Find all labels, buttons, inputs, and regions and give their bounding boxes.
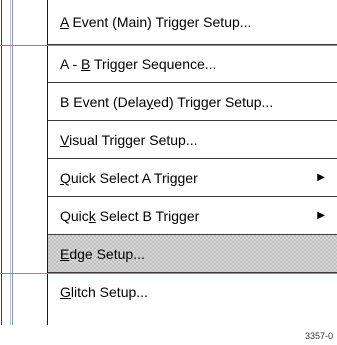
menu-item-label: A - B Trigger Sequence... bbox=[60, 56, 217, 72]
menu-item-label: Quick Select B Trigger bbox=[60, 208, 200, 224]
menu-gutter-line bbox=[12, 0, 13, 325]
menu-gutter-line bbox=[1, 0, 2, 325]
menu-item-a-event-trigger-setup[interactable]: A Event (Main) Trigger Setup... bbox=[48, 0, 337, 45]
menu-item-b-event-trigger-setup[interactable]: B Event (Delayed) Trigger Setup... bbox=[48, 83, 337, 121]
menu-item-a-b-trigger-sequence[interactable]: A - B Trigger Sequence... bbox=[48, 45, 337, 83]
submenu-arrow-icon: ▶ bbox=[317, 172, 325, 183]
menu-item-edge-setup[interactable]: Edge Setup... bbox=[48, 235, 337, 273]
menu-item-quick-select-a-trigger[interactable]: Quick Select A Trigger ▶ bbox=[48, 159, 337, 197]
menu-gutter-line bbox=[10, 0, 11, 325]
menu-item-glitch-setup[interactable]: Glitch Setup... bbox=[48, 273, 337, 311]
menu-item-quick-select-b-trigger[interactable]: Quick Select B Trigger ▶ bbox=[48, 197, 337, 235]
menu-item-label: Quick Select A Trigger bbox=[60, 170, 198, 186]
trigger-menu-frame: A Event (Main) Trigger Setup... A - B Tr… bbox=[0, 0, 337, 325]
menu-item-label: Glitch Setup... bbox=[60, 284, 148, 300]
menu-separator bbox=[0, 273, 337, 274]
menu-item-visual-trigger-setup[interactable]: Visual Trigger Setup... bbox=[48, 121, 337, 159]
menu-separator bbox=[0, 45, 337, 46]
menu-item-label: B Event (Delayed) Trigger Setup... bbox=[60, 94, 274, 110]
menu-item-label: Edge Setup... bbox=[60, 246, 145, 262]
menu-item-label: A Event (Main) Trigger Setup... bbox=[60, 14, 252, 30]
trigger-menu: A Event (Main) Trigger Setup... A - B Tr… bbox=[48, 0, 337, 311]
submenu-arrow-icon: ▶ bbox=[317, 210, 325, 221]
menu-item-label: Visual Trigger Setup... bbox=[60, 132, 198, 148]
figure-id-label: 3357-0 bbox=[304, 331, 333, 341]
